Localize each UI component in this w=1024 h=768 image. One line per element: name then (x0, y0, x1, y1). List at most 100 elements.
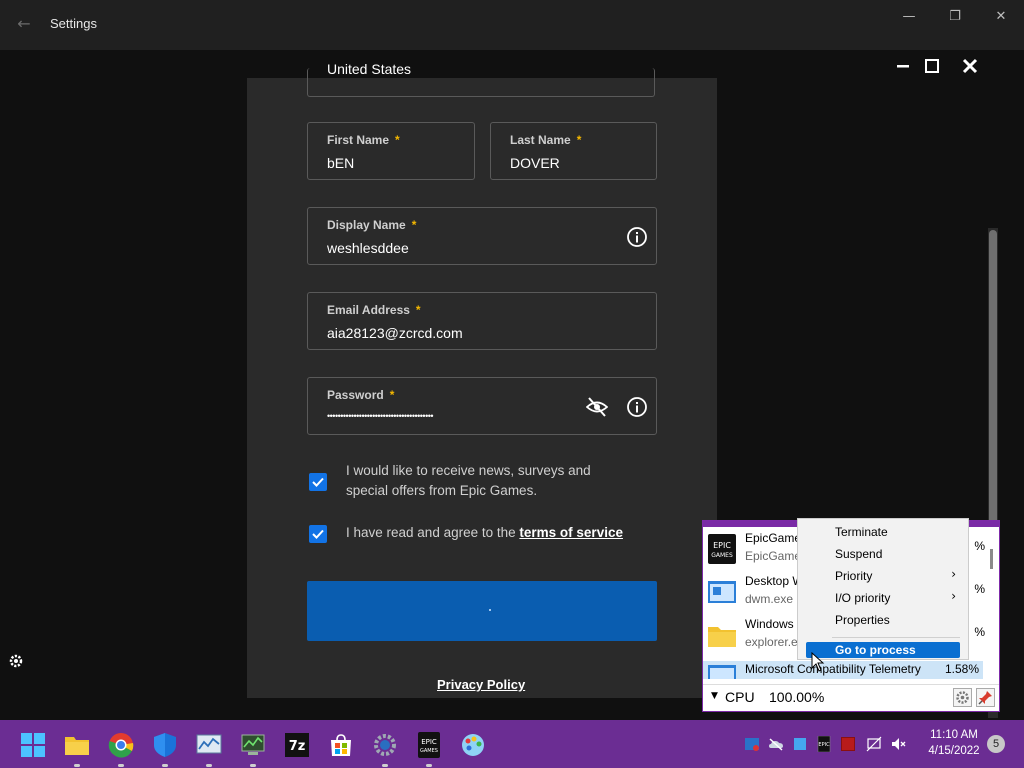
chrome-icon[interactable] (108, 732, 134, 758)
process-exe: explorer.e (745, 635, 798, 649)
volume-muted-icon[interactable] (890, 736, 906, 752)
desktop-window-icon (708, 581, 736, 603)
submit-button[interactable] (307, 581, 657, 641)
process-name: EpicGame (745, 531, 802, 545)
overlay-minimize-icon[interactable] (893, 56, 913, 76)
news-line2: special offers from Epic Games. (346, 483, 538, 498)
password-value: •••••••••••••••••••••••••••••••••••••••• (327, 411, 434, 421)
paint-icon[interactable] (460, 732, 486, 758)
svg-text:GAMES: GAMES (711, 552, 733, 559)
menu-label: I/O priority (835, 591, 891, 605)
start-icon[interactable] (20, 732, 46, 758)
svg-text:EPIC: EPIC (713, 541, 731, 550)
svg-text:7z: 7z (289, 739, 306, 754)
menu-item-terminate[interactable]: Terminate (798, 522, 968, 544)
popup-footer: ▼ CPU 100.00% (703, 684, 999, 712)
system-clock[interactable]: 11:10 AM 4/15/2022 (922, 727, 986, 759)
menu-label: Properties (835, 613, 890, 627)
cpu-meter-icon[interactable] (840, 736, 856, 752)
running-indicator (162, 764, 168, 767)
display-name-label: Display Name (327, 218, 406, 232)
onedrive-offline-icon[interactable] (768, 736, 784, 752)
tos-checkbox[interactable] (309, 525, 327, 543)
pin-button[interactable] (976, 688, 995, 707)
system-monitor-icon[interactable] (240, 732, 266, 758)
first-name-value: bEN (327, 155, 355, 171)
metric-value: 100.00% (769, 689, 825, 705)
defender-icon[interactable] (152, 732, 178, 758)
menu-label: Suspend (835, 547, 883, 561)
last-name-field[interactable]: Last Name * DOVER (490, 122, 657, 180)
sort-arrow-icon[interactable]: ▼ (711, 691, 718, 701)
required-marker: * (389, 388, 395, 402)
country-field[interactable]: United States (307, 61, 655, 97)
settings-button[interactable] (953, 688, 972, 707)
running-indicator (74, 764, 80, 767)
outlook-icon[interactable] (744, 736, 760, 752)
overlay-close-icon[interactable] (960, 56, 980, 76)
info-icon[interactable] (626, 226, 648, 248)
selected-process-row[interactable]: Microsoft Compatibility Telemetry 1.58% (703, 661, 983, 679)
minimize-button[interactable]: — (886, 6, 932, 28)
close-button[interactable]: ✕ (978, 6, 1024, 28)
running-indicator (118, 764, 124, 767)
display-name-field[interactable]: Display Name * weshlesddee (307, 207, 657, 265)
submenu-arrow-icon: › (951, 589, 956, 603)
gear-icon[interactable] (8, 653, 24, 669)
menu-item-suspend[interactable]: Suspend (798, 544, 968, 566)
display-name-value: weshlesddee (327, 240, 409, 256)
clock-date: 4/15/2022 (928, 745, 980, 757)
process-cpu: 1.58% (944, 662, 979, 676)
settings-icon[interactable] (372, 732, 398, 758)
info-icon[interactable] (626, 396, 648, 418)
privacy-policy-link[interactable]: Privacy Policy (437, 677, 525, 692)
process-exe: dwm.exe (745, 592, 794, 606)
overlay-maximize-icon[interactable] (922, 56, 942, 76)
clock-time: 11:10 AM (930, 729, 978, 741)
folder-icon (708, 627, 736, 647)
password-label: Password (327, 388, 384, 402)
metric-label[interactable]: CPU (725, 689, 755, 705)
news-checkbox[interactable] (309, 473, 327, 491)
settings-title-bar: ← Settings — ❐ ✕ (0, 0, 1024, 50)
window-title: Settings (50, 16, 97, 31)
hide-password-icon[interactable] (586, 396, 608, 418)
notification-badge[interactable]: 5 (987, 735, 1005, 753)
window-icon[interactable] (792, 736, 808, 752)
network-icon[interactable] (866, 736, 882, 752)
password-field[interactable]: Password * ••••••••••••••••••••••••••••••… (307, 377, 657, 435)
menu-label: Go to process (835, 643, 916, 657)
process-name: Microsoft Compatibility Telemetry (745, 662, 921, 676)
svg-text:EPIC: EPIC (818, 742, 830, 748)
menu-item-io-priority[interactable]: I/O priority › (798, 588, 968, 610)
running-indicator (382, 764, 388, 767)
process-cpu: % (974, 625, 985, 639)
telemetry-icon (708, 665, 736, 679)
loading-indicator (489, 609, 491, 611)
menu-item-properties[interactable]: Properties (798, 610, 968, 632)
resource-monitor-icon[interactable] (196, 732, 222, 758)
file-explorer-icon[interactable] (64, 732, 90, 758)
epic-games-tray-icon[interactable]: EPIC (816, 736, 832, 752)
running-indicator (206, 764, 212, 767)
terms-of-service-link[interactable]: terms of service (519, 525, 623, 540)
scrollbar-thumb[interactable] (989, 230, 997, 530)
mouse-cursor-icon (811, 652, 825, 672)
restore-button[interactable]: ❐ (932, 6, 978, 28)
process-exe: EpicGame (745, 549, 802, 563)
back-arrow-icon[interactable]: ← (14, 14, 34, 34)
checkmark-icon (312, 529, 324, 539)
email-field[interactable]: Email Address * aia28123@zcrcd.com (307, 292, 657, 350)
last-name-value: DOVER (510, 155, 560, 171)
menu-item-priority[interactable]: Priority › (798, 566, 968, 588)
required-marker: * (395, 133, 400, 147)
context-menu: Terminate Suspend Priority › I/O priority… (797, 518, 969, 660)
store-icon[interactable] (328, 732, 354, 758)
first-name-field[interactable]: First Name * bEN (307, 122, 475, 180)
7zip-icon[interactable]: 7z (284, 732, 310, 758)
epic-games-icon[interactable]: EPIC GAMES (416, 732, 442, 758)
news-line1: I would like to receive news, surveys an… (346, 463, 591, 478)
menu-label: Priority (835, 569, 873, 583)
popup-scrollbar[interactable] (990, 549, 993, 569)
checkmark-icon (312, 477, 324, 487)
